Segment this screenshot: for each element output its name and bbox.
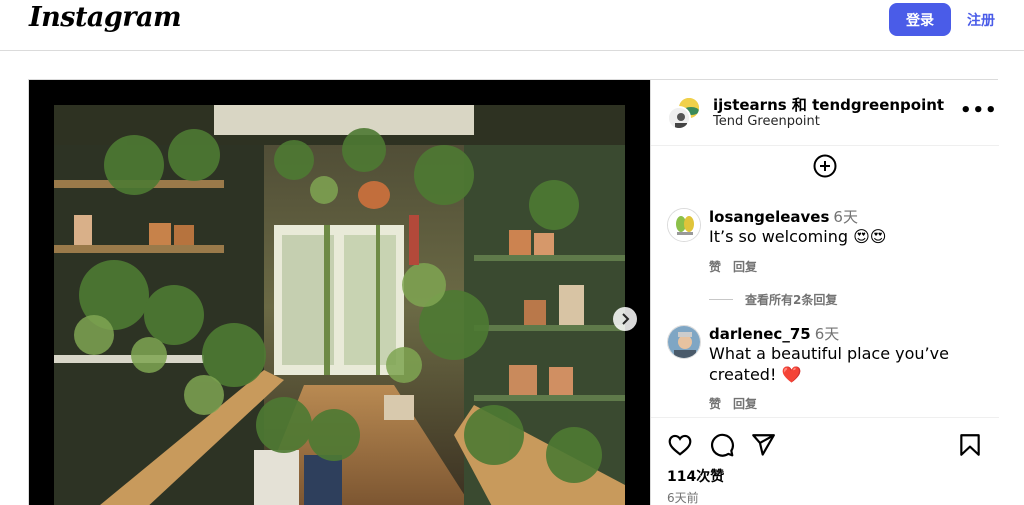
comment-reply-button[interactable]: 回复	[733, 260, 757, 274]
post-date: 6天前	[667, 491, 699, 505]
more-icon: •••	[960, 100, 998, 121]
like-count[interactable]: 114次赞	[667, 466, 724, 486]
comment-actions: 赞回复	[709, 258, 769, 275]
post-location[interactable]: Tend Greenpoint	[713, 114, 820, 129]
collab-avatars[interactable]	[667, 96, 701, 130]
comment-icon[interactable]	[709, 432, 735, 458]
instagram-logo[interactable]: Instagram	[29, 2, 182, 33]
comment-actions: 赞回复	[709, 395, 769, 412]
divider	[709, 299, 733, 300]
comment-text: It’s so welcoming 😍😍	[709, 227, 887, 246]
login-button[interactable]: 登录	[889, 3, 951, 36]
shop-photo[interactable]	[54, 105, 625, 505]
view-replies-label: 查看所有2条回复	[745, 293, 838, 307]
bookmark-icon[interactable]	[957, 432, 983, 458]
post-actions: 114次赞 6天前	[651, 417, 999, 505]
next-slide-button[interactable]	[613, 307, 637, 331]
top-bar: Instagram 登录 注册	[0, 0, 1024, 51]
comment-reply-button[interactable]: 回复	[733, 397, 757, 411]
chevron-right-icon	[622, 313, 630, 325]
comment-like-button[interactable]: 赞	[709, 260, 721, 274]
share-icon[interactable]	[750, 432, 776, 458]
post-header: ijstearns 和 tendgreenpoint Tend Greenpoi…	[651, 80, 999, 146]
more-options-button[interactable]: •••	[960, 100, 998, 121]
post-authors[interactable]: ijstearns 和 tendgreenpoint	[713, 94, 944, 115]
post-card: ijstearns 和 tendgreenpoint Tend Greenpoi…	[28, 79, 999, 505]
avatar-darlenec_75[interactable]	[667, 325, 701, 359]
comment-username[interactable]: losangeleaves	[709, 208, 829, 226]
comment-time: 6天	[814, 325, 840, 343]
avatar-ijstearns[interactable]	[667, 106, 691, 130]
comment-username[interactable]: darlenec_75	[709, 325, 811, 343]
signup-link[interactable]: 注册	[967, 10, 995, 30]
add-circle-icon[interactable]	[813, 154, 837, 178]
view-all-replies[interactable]: 查看所有2条回复	[709, 291, 837, 308]
comment-time: 6天	[833, 208, 858, 226]
comment-like-button[interactable]: 赞	[709, 397, 721, 411]
post-side-panel: ijstearns 和 tendgreenpoint Tend Greenpoi…	[650, 80, 999, 505]
avatar-losangeleaves[interactable]	[667, 208, 701, 242]
post-media	[29, 80, 650, 505]
comment-text: What a beautiful place you’ve created! ❤…	[709, 344, 949, 384]
heart-icon[interactable]	[667, 432, 693, 458]
